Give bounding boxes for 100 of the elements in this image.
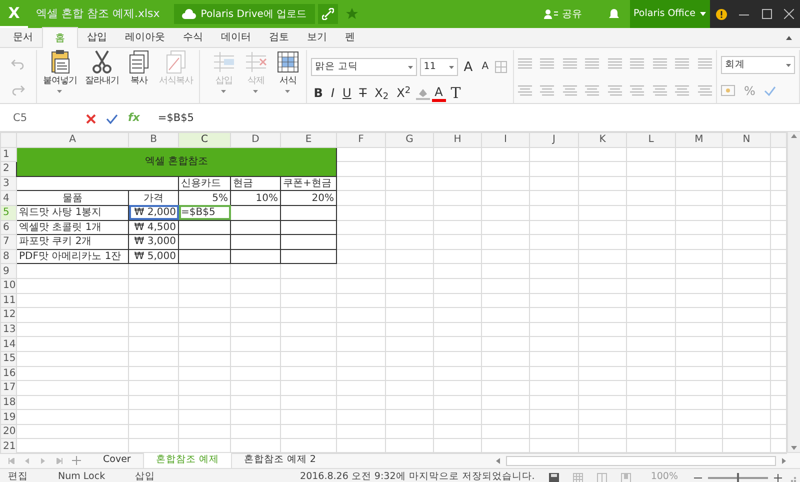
- warning-icon[interactable]: [716, 8, 728, 20]
- border-icon[interactable]: [494, 61, 509, 73]
- column-header[interactable]: D: [230, 132, 280, 148]
- row-header[interactable]: 14: [0, 336, 16, 352]
- normal-view-icon[interactable]: [572, 472, 583, 482]
- valign-icon[interactable]: [562, 57, 577, 70]
- row-header[interactable]: 21: [0, 438, 16, 454]
- grow-font-button[interactable]: A: [460, 56, 476, 78]
- column-header[interactable]: J: [530, 132, 578, 148]
- align-icon[interactable]: [518, 84, 532, 96]
- strikethrough-button[interactable]: T: [356, 82, 370, 104]
- ribbon-button[interactable]: 잘라내기: [82, 50, 121, 103]
- align-icon[interactable]: [585, 84, 600, 96]
- number-format-field[interactable]: 회계: [721, 56, 795, 74]
- column-header[interactable]: I: [482, 132, 530, 148]
- ribbon-button[interactable]: 붙여넣기: [40, 50, 79, 103]
- align-icon[interactable]: [608, 84, 622, 96]
- sheet-tab[interactable]: Cover: [91, 452, 143, 468]
- menu-tab[interactable]: 펜: [336, 28, 364, 47]
- cancel-icon[interactable]: [86, 114, 96, 124]
- menu-tab[interactable]: 데이터: [212, 28, 260, 47]
- superscript-button[interactable]: X$^{2}$: [394, 82, 414, 104]
- star-icon[interactable]: [346, 8, 358, 20]
- row-header[interactable]: 20: [0, 424, 16, 439]
- row-header[interactable]: 16: [0, 366, 16, 381]
- row-header[interactable]: 13: [0, 322, 16, 337]
- collapse-icon[interactable]: [786, 36, 792, 40]
- upload-button[interactable]: Polaris Drive에 업로드: [174, 4, 315, 24]
- row-header[interactable]: 18: [0, 395, 16, 410]
- row-header[interactable]: 19: [0, 410, 16, 424]
- vertical-scrollbar[interactable]: [787, 132, 800, 452]
- row-header[interactable]: 17: [0, 380, 16, 396]
- align-icon[interactable]: [540, 84, 554, 96]
- valign-icon[interactable]: [608, 57, 622, 70]
- row-header[interactable]: 10: [0, 278, 16, 294]
- cell-reference[interactable]: C5: [0, 110, 70, 126]
- valign-icon[interactable]: [540, 57, 554, 70]
- column-header[interactable]: G: [386, 132, 434, 148]
- column-header[interactable]: B: [128, 132, 178, 148]
- row-header[interactable]: 1: [0, 147, 16, 162]
- column-header[interactable]: E: [280, 132, 336, 148]
- align-icon[interactable]: [652, 84, 667, 96]
- row-header[interactable]: 3: [0, 176, 16, 191]
- column-header[interactable]: H: [434, 132, 482, 148]
- align-icon[interactable]: [630, 84, 644, 96]
- check-icon[interactable]: [764, 85, 776, 97]
- prev-sheet-icon[interactable]: [24, 458, 31, 464]
- scroll-down-icon[interactable]: [791, 446, 797, 450]
- row-header[interactable]: 15: [0, 351, 16, 366]
- row-header[interactable]: 6: [0, 220, 16, 235]
- link-button[interactable]: [318, 4, 338, 24]
- menu-tab[interactable]: 수식: [174, 28, 212, 47]
- row-header[interactable]: 8: [0, 249, 16, 264]
- row-header[interactable]: 4: [0, 190, 16, 206]
- clear-format-button[interactable]: T: [448, 82, 464, 104]
- account-button[interactable]: Polaris Office: [630, 0, 710, 28]
- currency-icon[interactable]: [721, 85, 735, 97]
- last-sheet-icon[interactable]: [56, 458, 63, 464]
- column-header[interactable]: A: [16, 132, 128, 148]
- column-header[interactable]: L: [626, 132, 676, 148]
- bell-icon[interactable]: [608, 8, 620, 20]
- ribbon-button[interactable]: 복사: [124, 50, 153, 103]
- column-header[interactable]: F: [336, 132, 386, 148]
- column-header[interactable]: N: [722, 132, 770, 148]
- underline-button[interactable]: U: [339, 82, 354, 104]
- column-header[interactable]: M: [676, 132, 722, 148]
- bold-button[interactable]: B: [310, 82, 326, 104]
- formula-field[interactable]: =$B$5: [158, 110, 194, 126]
- font-size-field[interactable]: 11: [420, 58, 458, 76]
- shrink-font-button[interactable]: A: [478, 56, 492, 78]
- valign-icon[interactable]: [675, 57, 690, 70]
- align-icon[interactable]: [562, 84, 577, 96]
- valign-icon[interactable]: [585, 57, 600, 70]
- row-header[interactable]: 12: [0, 308, 16, 322]
- horizontal-scrollbar[interactable]: [506, 456, 776, 466]
- menu-tab[interactable]: 레이아웃: [116, 28, 174, 47]
- save-icon[interactable]: [548, 472, 559, 482]
- maximize-icon[interactable]: [762, 9, 772, 19]
- column-header[interactable]: K: [578, 132, 626, 148]
- row-header[interactable]: 11: [0, 293, 16, 308]
- menu-tab[interactable]: 삽입: [78, 28, 116, 47]
- close-icon[interactable]: [784, 9, 794, 19]
- scroll-up-icon[interactable]: [791, 134, 797, 138]
- next-sheet-icon[interactable]: [40, 458, 47, 464]
- row-header[interactable]: 2: [0, 162, 16, 176]
- scroll-left-icon[interactable]: [496, 458, 500, 464]
- column-header[interactable]: C: [178, 132, 230, 148]
- valign-icon[interactable]: [698, 57, 712, 70]
- row-header[interactable]: 7: [0, 234, 16, 250]
- first-sheet-icon[interactable]: [8, 458, 15, 464]
- ribbon-button[interactable]: 서식: [274, 50, 302, 103]
- align-icon[interactable]: [698, 84, 712, 96]
- page-layout-icon[interactable]: [596, 472, 607, 482]
- font-color-button[interactable]: A: [432, 84, 446, 102]
- page-break-icon[interactable]: [620, 472, 631, 482]
- valign-icon[interactable]: [652, 57, 667, 70]
- add-sheet-icon[interactable]: [72, 456, 81, 465]
- menu-tab[interactable]: 보기: [298, 28, 336, 47]
- zoom-in-icon[interactable]: [774, 474, 782, 482]
- menu-tab[interactable]: 검토: [260, 28, 298, 47]
